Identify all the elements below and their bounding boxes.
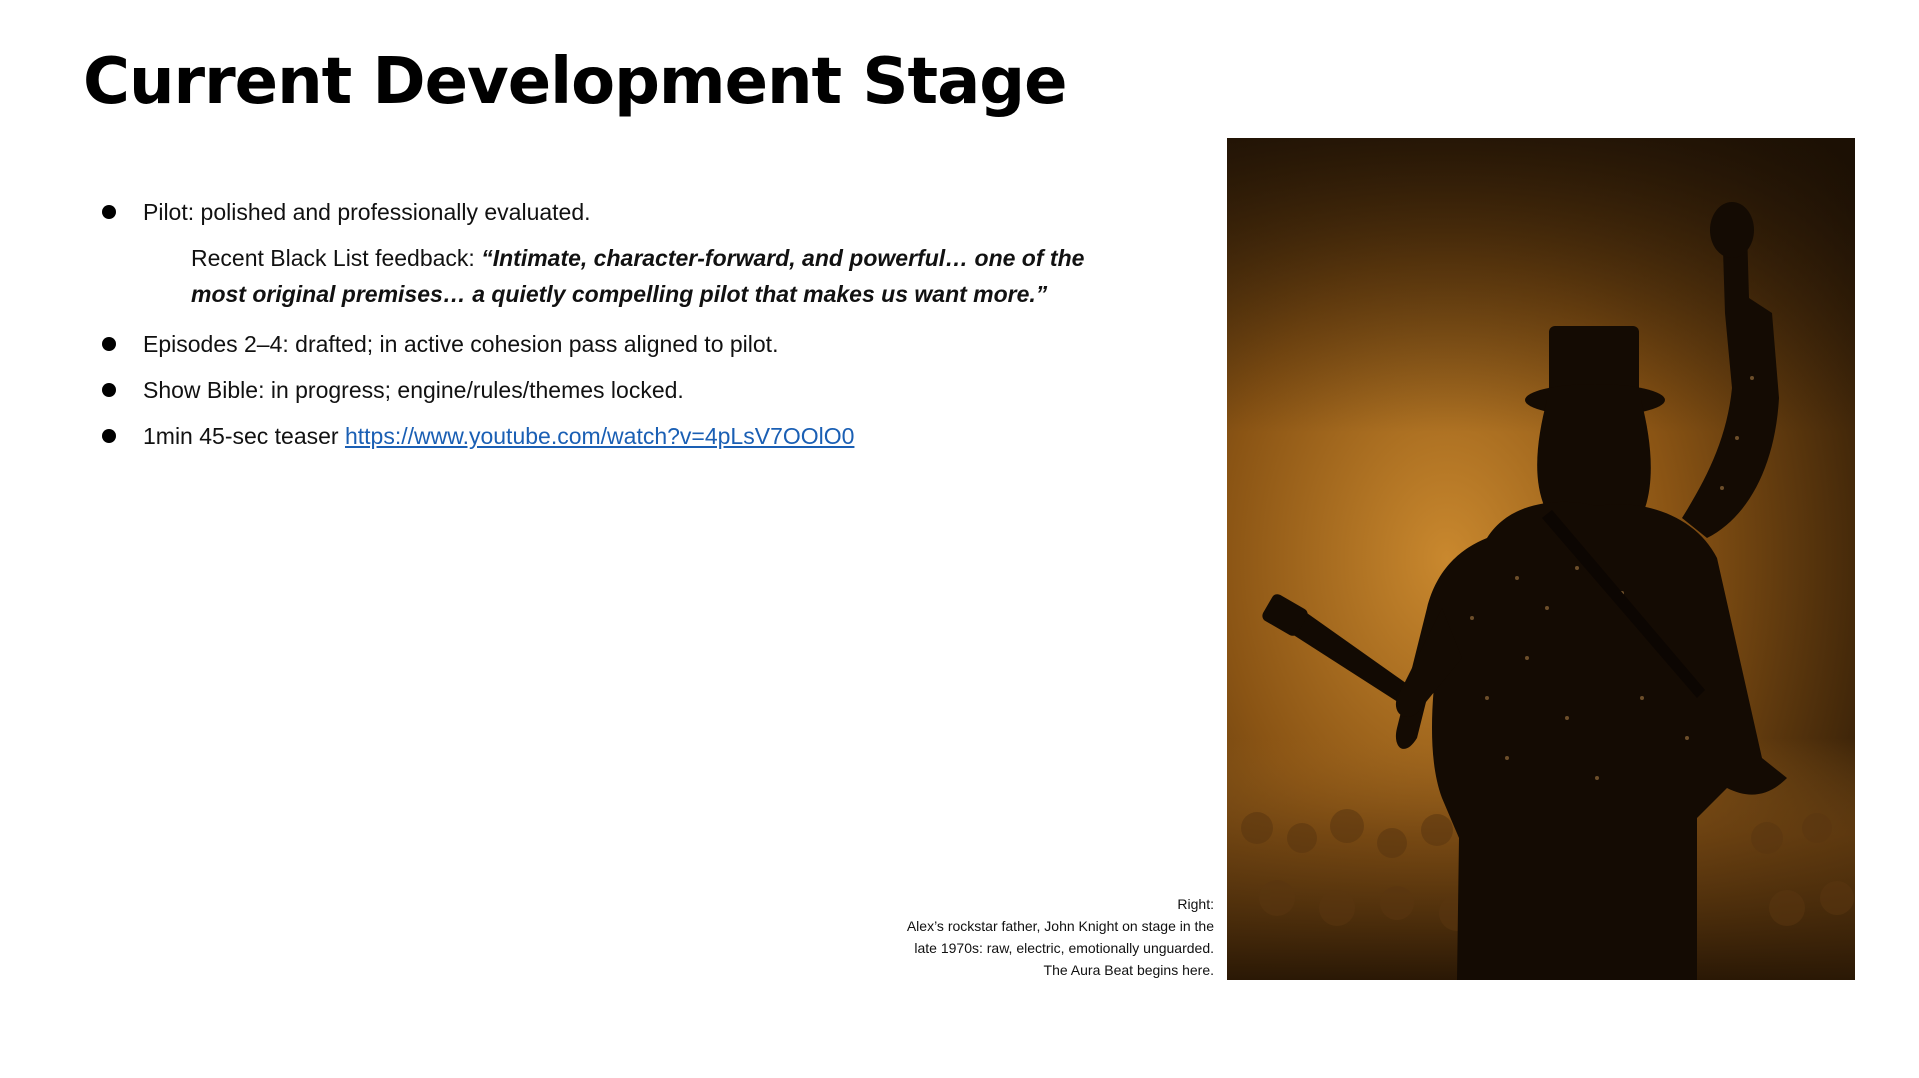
bullet-dot-icon [102,383,116,397]
bullet-episodes: Episodes 2–4: drafted; in active cohesio… [100,326,1120,362]
bullet-show-bible: Show Bible: in progress; engine/rules/th… [100,372,1120,408]
caption-line: Alex’s rockstar father, John Knight on s… [906,918,1214,934]
bullet-pilot-text: Pilot: polished and professionally evalu… [143,199,591,225]
bullet-pilot: Pilot: polished and professionally evalu… [100,194,1120,230]
bullet-dot-icon [102,337,116,351]
bullet-episodes-text: Episodes 2–4: drafted; in active cohesio… [143,331,779,357]
rockstar-silhouette-image [1227,138,1855,980]
bullet-list: Pilot: polished and professionally evalu… [100,194,1120,464]
teaser-link[interactable]: https://www.youtube.com/watch?v=4pLsV7OO… [345,423,854,449]
slide-title: Current Development Stage [83,45,1067,119]
bullet-dot-icon [102,205,116,219]
feedback-label: Recent Black List feedback: [191,245,482,271]
bullet-teaser-text: 1min 45-sec teaser [143,423,345,449]
caption-line: late 1970s: raw, electric, emotionally u… [914,940,1214,956]
image-caption: Right: Alex’s rockstar father, John Knig… [854,893,1214,981]
caption-line: Right: [1177,896,1214,912]
bullet-show-bible-text: Show Bible: in progress; engine/rules/th… [143,377,684,403]
bullet-dot-icon [102,429,116,443]
caption-line: The Aura Beat begins here. [1043,962,1214,978]
feedback-quote-block: Recent Black List feedback: “Intimate, c… [191,240,1091,312]
rockstar-photo [1227,138,1855,980]
bullet-teaser: 1min 45-sec teaser https://www.youtube.c… [100,418,1120,454]
